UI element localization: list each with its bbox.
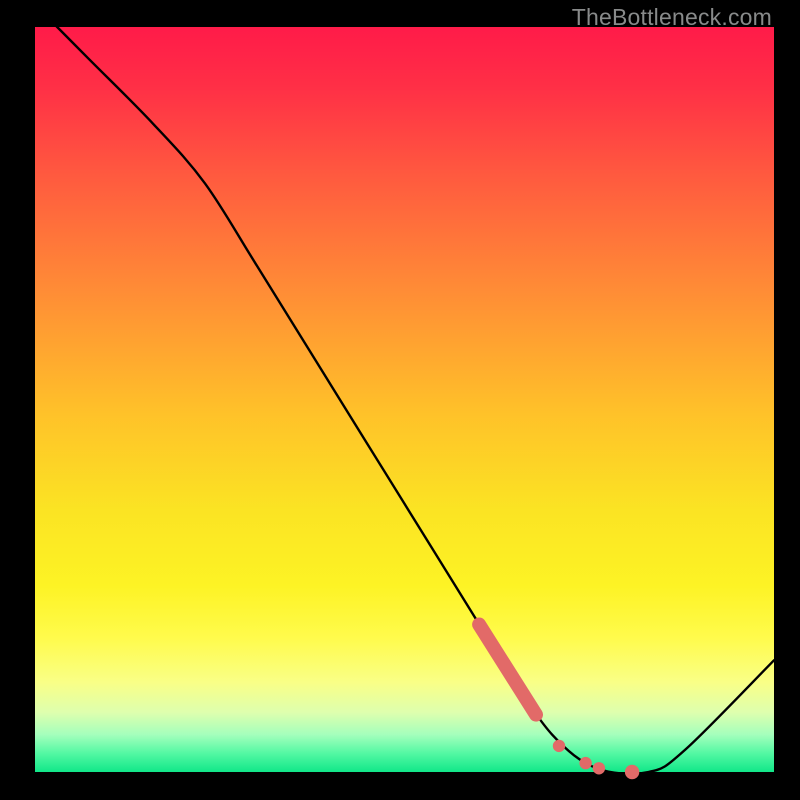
chart-frame: TheBottleneck.com (0, 0, 800, 800)
marker-dot (579, 757, 591, 769)
bottleneck-curve (35, 5, 774, 774)
marker-segment (479, 625, 536, 715)
plot-area (35, 27, 774, 772)
marker-dot (625, 765, 639, 779)
marker-dots (553, 740, 640, 780)
marker-dot (593, 762, 605, 774)
marker-dot (553, 740, 565, 752)
curve-svg (35, 27, 774, 772)
